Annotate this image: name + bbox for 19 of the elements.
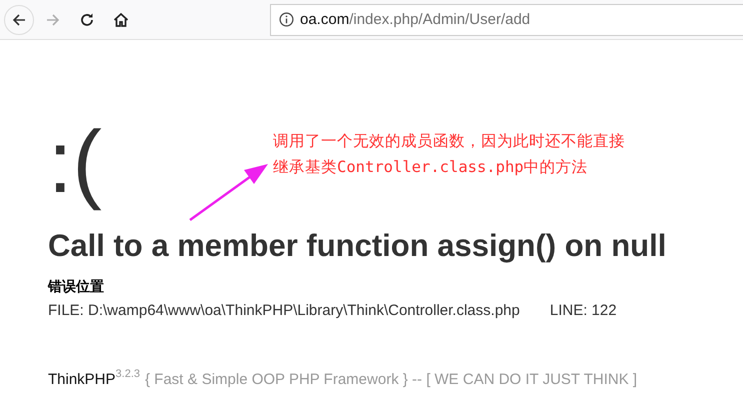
framework-slogan: { Fast & Simple OOP PHP Framework } -- [ WE CAN DO IT JUST THINK ] (145, 371, 638, 388)
line-number: LINE: 122 (550, 302, 617, 319)
url-host: oa.com (300, 11, 350, 28)
url-path: /index.php/Admin/User/add (349, 11, 530, 28)
annotation-text: 调用了一个无效的成员函数，因为此时还不能直接 (273, 131, 625, 152)
file-path: FILE: D:\wamp64\www\oa\ThinkPHP\Library\Think\Controller.class.php (48, 302, 520, 319)
error-message: Call to a member function assign() on null (48, 228, 668, 264)
address-bar[interactable]: oa.com/index.php/Admin/User/add (270, 4, 743, 36)
reload-icon (79, 12, 95, 28)
location-heading: 错误位置 (48, 278, 105, 296)
back-arrow-icon (11, 12, 27, 28)
home-icon (113, 12, 129, 28)
back-button[interactable] (4, 4, 34, 34)
framework-name: ThinkPHP (48, 371, 116, 388)
framework-version: 3.2.3 (116, 368, 140, 380)
sad-face-text: :( (48, 112, 102, 212)
annotation-text: 继承基类Controller.class.php中的方法 (273, 157, 589, 178)
info-icon (279, 12, 294, 27)
forward-arrow-icon (45, 12, 61, 28)
